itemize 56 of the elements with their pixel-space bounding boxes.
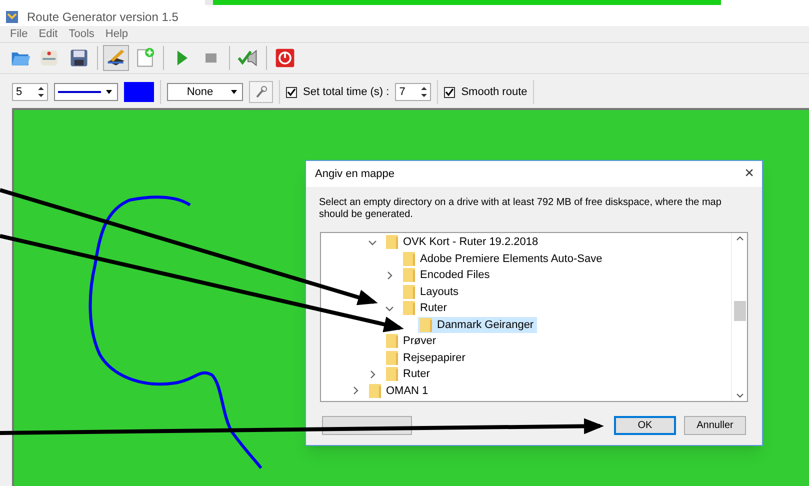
folder-icon	[403, 252, 415, 266]
folder-item[interactable]: OVK Kort - Ruter 19.2.2018	[384, 234, 542, 250]
menu-item[interactable]: File	[10, 26, 28, 42]
folder-item[interactable]: OMAN 1	[367, 382, 432, 399]
folder-icon	[386, 235, 398, 250]
folder-item[interactable]: Prøver	[384, 333, 439, 350]
dialog-title: Angiv en mappe	[315, 166, 394, 182]
collapse-caret-icon[interactable]	[351, 386, 360, 396]
collapse-caret-icon[interactable]	[368, 370, 377, 379]
checkbox[interactable]	[286, 86, 297, 98]
folder-icon	[386, 334, 398, 348]
folder-icon	[420, 318, 432, 332]
checkbox-label: Set total time (s) :	[303, 84, 390, 100]
scroll-up-icon	[736, 235, 744, 241]
color-swatch[interactable]	[124, 82, 154, 102]
expand-caret-icon[interactable]	[385, 304, 394, 313]
scrollbar[interactable]	[731, 233, 747, 401]
close-button[interactable]: ×	[744, 166, 754, 182]
menu-item[interactable]: Tools	[68, 26, 94, 42]
folder-item[interactable]: Layouts	[401, 284, 462, 300]
window-title: Route Generator version 1.5	[27, 9, 178, 26]
folder-icon	[403, 268, 415, 282]
line-style-dropdown[interactable]	[54, 83, 118, 101]
menu-item[interactable]: Edit	[38, 26, 58, 42]
new-document-icon	[134, 47, 156, 69]
number-spinner[interactable]: 5	[12, 83, 48, 101]
save-icon	[68, 47, 90, 69]
folder-item[interactable]: Ruter	[401, 300, 450, 316]
folder-icon	[386, 367, 398, 382]
expand-caret-icon[interactable]	[368, 238, 377, 247]
marker-dropdown[interactable]: None	[167, 83, 243, 101]
folder-item[interactable]: Encoded Files	[401, 267, 493, 284]
folder-item[interactable]: Rejsepapirer	[384, 350, 468, 366]
collapse-caret-icon[interactable]	[385, 270, 394, 280]
checkbox-label: Smooth route	[461, 84, 528, 100]
folder-icon	[403, 284, 415, 299]
folder-icon	[403, 301, 415, 316]
dialog-button[interactable]: OK	[614, 416, 676, 435]
app-icon	[5, 10, 19, 24]
checkbox[interactable]	[444, 86, 456, 98]
scroll-down-icon	[736, 393, 744, 399]
number-spinner[interactable]: 7	[395, 83, 432, 101]
folder-icon	[369, 384, 381, 398]
pencil-button[interactable]	[103, 45, 129, 71]
folder-icon	[386, 350, 398, 365]
check-speaker-icon	[237, 47, 259, 69]
folder-item[interactable]: Ruter	[384, 366, 433, 382]
power-icon	[274, 47, 296, 69]
folder-item[interactable]: Adobe Premiere Elements Auto-Save	[401, 250, 606, 267]
dialog-button[interactable]: Annuller	[684, 416, 746, 435]
dialog-message: Select an empty directory on a drive with at least 792 MB of free diskspace, where the map should be generated.	[318, 196, 722, 221]
wrench-button[interactable]	[249, 81, 273, 103]
menu-item[interactable]: Help	[105, 26, 128, 42]
wrench-icon	[254, 85, 268, 99]
scroll-thumb[interactable]	[734, 301, 746, 321]
folder-item[interactable]: Danmark Geiranger	[418, 316, 537, 333]
